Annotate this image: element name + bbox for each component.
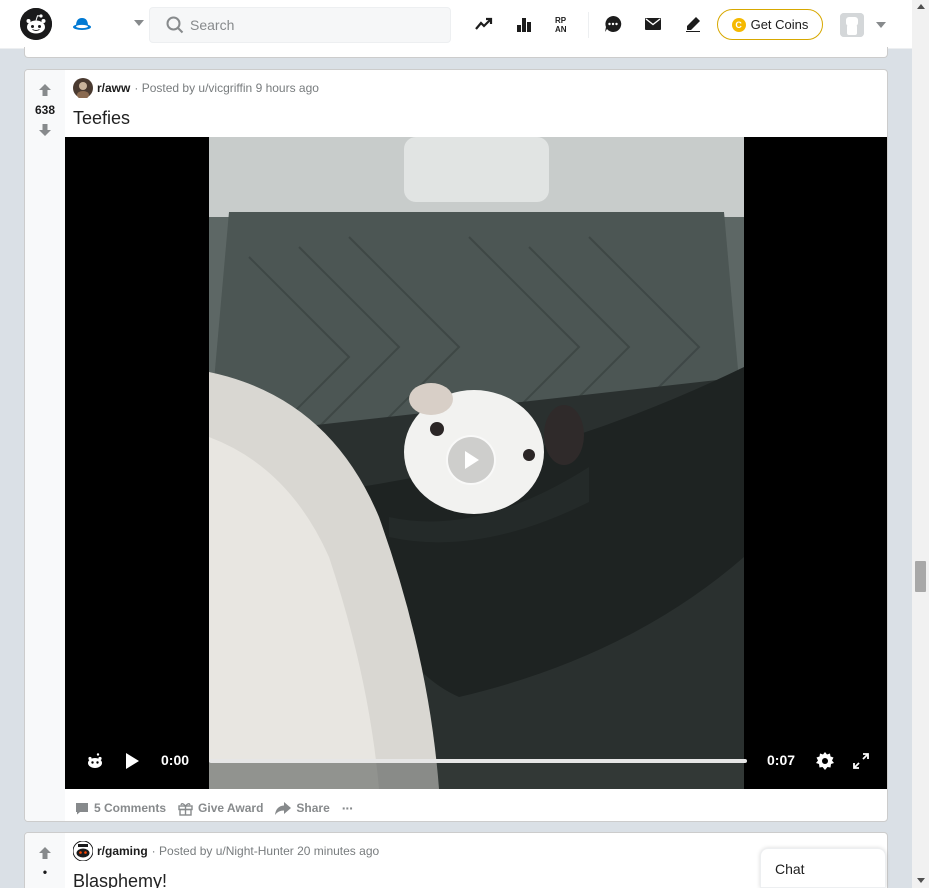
post-card[interactable]: 638 r/aww · Posted by u/vicgriffin 9 hou…: [24, 69, 888, 822]
user-avatar[interactable]: [840, 13, 864, 37]
search-bar[interactable]: [149, 7, 451, 43]
posted-by-link[interactable]: Posted by u/Night-Hunter: [159, 844, 294, 858]
play-overlay-button[interactable]: [446, 435, 496, 485]
posted-by-link[interactable]: Posted by u/vicgriffin: [142, 81, 253, 95]
previous-post-card: [24, 47, 888, 58]
chat-button[interactable]: Chat: [760, 848, 886, 888]
scroll-up-arrow-icon[interactable]: [917, 4, 925, 9]
mail-icon[interactable]: [641, 12, 665, 36]
more-options-button[interactable]: ···: [340, 800, 355, 816]
settings-gear-icon[interactable]: [815, 751, 835, 771]
header-divider: [588, 12, 589, 38]
downvote-arrow-icon[interactable]: [37, 122, 53, 138]
popular-icon[interactable]: [472, 12, 496, 36]
chat-label: Chat: [775, 861, 805, 877]
chat-icon[interactable]: [601, 12, 625, 36]
subreddit-avatar[interactable]: [73, 78, 93, 99]
share-arrow-icon: [275, 801, 292, 815]
svg-text:RP: RP: [555, 16, 567, 25]
subreddit-link[interactable]: r/aww: [97, 81, 130, 95]
top-header: RPAN C Get Coins: [0, 0, 912, 49]
post-timestamp[interactable]: 9 hours ago: [256, 81, 319, 95]
upvote-arrow-icon[interactable]: [37, 845, 53, 861]
meta-separator: ·: [134, 81, 142, 95]
scrollbar-thumb[interactable]: [915, 561, 926, 592]
subreddit-link[interactable]: r/gaming: [97, 844, 148, 858]
comment-icon: [76, 802, 88, 814]
create-post-icon[interactable]: [681, 12, 705, 36]
svg-text:AN: AN: [555, 25, 567, 33]
search-input[interactable]: [190, 8, 440, 42]
video-progress-bar[interactable]: [209, 759, 747, 763]
reddit-logo-icon[interactable]: [20, 8, 52, 40]
comments-button[interactable]: 5 Comments: [73, 801, 168, 815]
scroll-down-arrow-icon[interactable]: [917, 878, 925, 883]
video-duration: 0:07: [767, 752, 796, 768]
search-icon: [166, 16, 184, 39]
vote-column: •: [25, 833, 65, 888]
post-card[interactable]: • r/gaming · Posted by u/Night-Hunter 20…: [24, 832, 888, 888]
play-icon[interactable]: [122, 751, 142, 771]
post-meta: r/aww · Posted by u/vicgriffin 9 hours a…: [73, 78, 319, 99]
reddit-video-logo-icon[interactable]: [85, 751, 105, 771]
post-meta: r/gaming · Posted by u/Night-Hunter 20 m…: [72, 840, 379, 862]
page-scrollbar[interactable]: [912, 0, 929, 888]
post-title[interactable]: Blasphemy!: [73, 871, 167, 888]
stats-icon[interactable]: [512, 12, 536, 36]
user-menu-chevron-icon[interactable]: [876, 22, 886, 28]
vote-score-loading-icon: •: [42, 865, 48, 879]
meta-separator: ·: [151, 844, 160, 858]
coin-icon: C: [731, 17, 746, 32]
video-controls-bar: 0:00 0:07: [65, 733, 887, 789]
subreddit-avatar[interactable]: [72, 840, 94, 862]
post-actions-bar: 5 Comments Give Award Share ···: [73, 796, 355, 820]
gift-icon: [178, 802, 193, 816]
rpan-icon[interactable]: RP AN: [552, 12, 576, 36]
vote-score: 638: [34, 103, 56, 117]
feed-selector-dropdown[interactable]: [66, 8, 148, 40]
home-feed-icon: [72, 15, 92, 38]
post-title[interactable]: Teefies: [73, 108, 130, 129]
get-coins-label: Get Coins: [750, 17, 809, 32]
share-button[interactable]: Share: [273, 801, 331, 815]
current-time: 0:00: [161, 752, 190, 768]
get-coins-button[interactable]: C Get Coins: [717, 9, 823, 40]
share-label: Share: [296, 801, 330, 815]
more-options-icon: ···: [341, 800, 354, 816]
give-award-button[interactable]: Give Award: [176, 801, 265, 816]
chevron-down-icon: [134, 20, 144, 26]
video-player[interactable]: 0:00 0:07: [65, 137, 887, 789]
fullscreen-icon[interactable]: [851, 751, 871, 771]
vote-column: 638: [25, 70, 65, 821]
post-timestamp[interactable]: 20 minutes ago: [297, 844, 379, 858]
comments-label: 5 Comments: [94, 801, 167, 815]
give-award-label: Give Award: [198, 801, 264, 815]
upvote-arrow-icon[interactable]: [37, 82, 53, 98]
